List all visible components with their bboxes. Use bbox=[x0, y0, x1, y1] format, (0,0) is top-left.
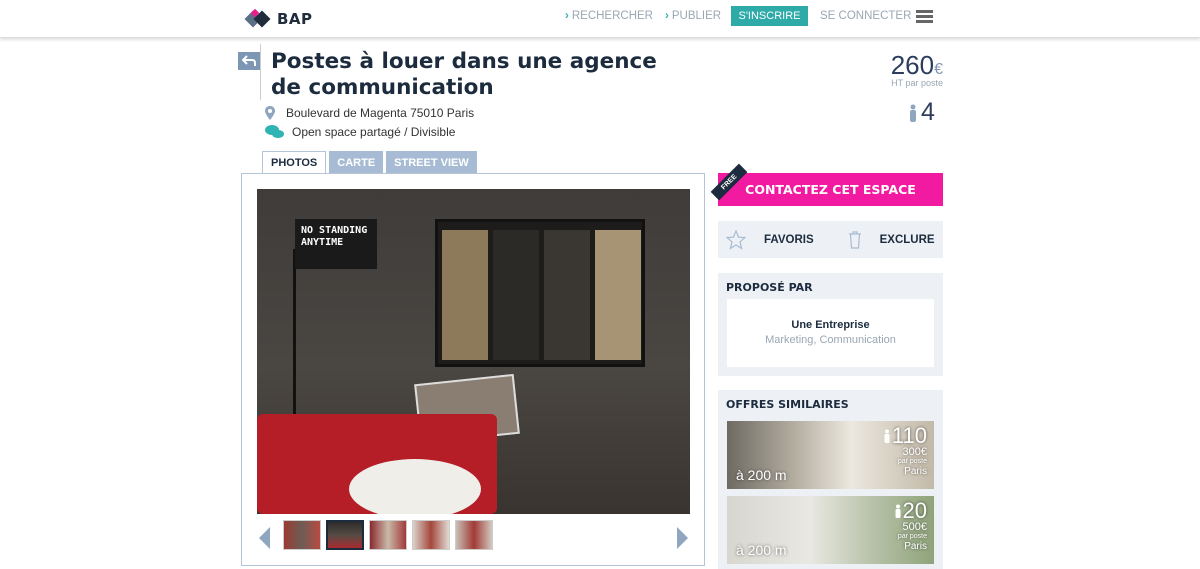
space-type-row: Open space partagé / Divisible bbox=[265, 125, 455, 139]
contact-button[interactable]: CONTACTEZ CET ESPACE bbox=[718, 173, 943, 206]
offer-city: Paris bbox=[904, 541, 927, 552]
space-type-text: Open space partagé / Divisible bbox=[292, 125, 456, 139]
trash-icon bbox=[848, 230, 861, 249]
person-icon bbox=[884, 429, 890, 443]
similar-offers-title: OFFRES SIMILAIRES bbox=[726, 398, 849, 411]
title-divider bbox=[260, 44, 261, 100]
thumbnail-strip bbox=[283, 520, 493, 550]
top-navbar: BAP › RECHERCHER › PUBLIER S'INSCRIRE SE C… bbox=[0, 0, 1200, 38]
tab-street-view[interactable]: STREET VIEW bbox=[386, 151, 477, 174]
price-unit: HT par poste bbox=[891, 78, 943, 88]
back-arrow-icon bbox=[242, 55, 256, 66]
chevron-right-icon: › bbox=[565, 10, 569, 22]
favorites-label: FAVORIS bbox=[764, 233, 814, 246]
photo-sign: NO STANDING ANYTIME bbox=[295, 219, 377, 269]
previous-photo-icon[interactable] bbox=[259, 527, 270, 549]
signup-button[interactable]: S'INSCRIRE bbox=[731, 6, 808, 26]
price-currency: € bbox=[934, 61, 943, 78]
nav-search-link[interactable]: › RECHERCHER bbox=[565, 0, 653, 32]
nav-publish-label: PUBLIER bbox=[671, 10, 722, 22]
thumbnail[interactable] bbox=[369, 520, 407, 550]
back-button[interactable] bbox=[238, 52, 260, 70]
thumbnail[interactable] bbox=[326, 520, 364, 550]
offer-price: 300€ bbox=[902, 446, 927, 458]
offer-city: Paris bbox=[904, 466, 927, 477]
address-text: Boulevard de Magenta 75010 Paris bbox=[286, 106, 475, 120]
offer-capacity: 110 bbox=[891, 423, 927, 448]
photo-panel: NO STANDING ANYTIME bbox=[241, 173, 705, 566]
proposed-by-title: PROPOSÉ PAR bbox=[726, 281, 813, 294]
logo-mark-icon bbox=[244, 8, 273, 29]
offer-price-unit: par poste bbox=[897, 533, 927, 540]
person-icon bbox=[910, 104, 916, 122]
logo[interactable]: BAP bbox=[244, 8, 313, 29]
tab-photos[interactable]: PHOTOS bbox=[262, 151, 327, 175]
chevron-right-icon: › bbox=[665, 10, 669, 22]
exclude-button[interactable]: EXCLURE bbox=[848, 230, 935, 249]
offer-price: 500€ bbox=[902, 521, 927, 533]
logo-text: BAP bbox=[277, 10, 313, 28]
thumbnail[interactable] bbox=[283, 520, 321, 550]
nav-search-label: RECHERCHER bbox=[571, 10, 653, 22]
photo-window bbox=[435, 219, 645, 367]
address-row: Boulevard de Magenta 75010 Paris bbox=[265, 106, 474, 120]
nav-publish-link[interactable]: › PUBLIER bbox=[665, 0, 721, 32]
offer-distance: à 200 m bbox=[736, 467, 787, 483]
company-card[interactable]: Une Entreprise Marketing, Communication bbox=[727, 299, 934, 367]
next-photo-icon[interactable] bbox=[677, 527, 688, 549]
capacity-value: 4 bbox=[921, 98, 935, 126]
thumbnail[interactable] bbox=[455, 520, 493, 550]
offer-price-unit: par poste bbox=[897, 458, 927, 465]
login-label: SE CONNECTER bbox=[820, 10, 912, 22]
page-title: Postes à louer dans une agence de commun… bbox=[271, 49, 657, 100]
person-icon bbox=[895, 504, 901, 518]
capacity-block: 4 bbox=[909, 98, 935, 127]
similar-offer-card[interactable]: à 200 m 110 300€ par poste Paris bbox=[727, 421, 934, 489]
exclude-label: EXCLURE bbox=[879, 233, 935, 246]
thumbnail[interactable] bbox=[412, 520, 450, 550]
price-block: 260€ HT par poste bbox=[860, 50, 943, 88]
offer-capacity: 20 bbox=[902, 498, 927, 523]
main-photo[interactable]: NO STANDING ANYTIME bbox=[257, 189, 690, 514]
media-tabs: PHOTOS CARTE STREET VIEW bbox=[262, 151, 477, 175]
tab-map[interactable]: CARTE bbox=[329, 151, 384, 174]
chat-bubbles-icon bbox=[265, 125, 284, 138]
map-pin-icon bbox=[265, 106, 275, 120]
company-name: Une Entreprise bbox=[791, 319, 870, 331]
star-icon bbox=[726, 229, 746, 250]
company-sector: Marketing, Communication bbox=[765, 334, 896, 346]
action-bar: FAVORIS EXCLURE bbox=[718, 221, 943, 258]
login-link[interactable]: SE CONNECTER bbox=[820, 0, 911, 32]
similar-offers-box: OFFRES SIMILAIRES à 200 m 110 300€ par p… bbox=[718, 390, 943, 569]
favorites-button[interactable]: FAVORIS bbox=[726, 229, 814, 250]
hamburger-menu-icon[interactable] bbox=[916, 10, 933, 23]
offer-distance: à 200 m bbox=[736, 542, 787, 558]
proposed-by-box: PROPOSÉ PAR Une Entreprise Marketing, Co… bbox=[718, 273, 943, 376]
similar-offer-card[interactable]: à 200 m 20 500€ par poste Paris bbox=[727, 496, 934, 564]
price-value: 260 bbox=[890, 50, 935, 80]
